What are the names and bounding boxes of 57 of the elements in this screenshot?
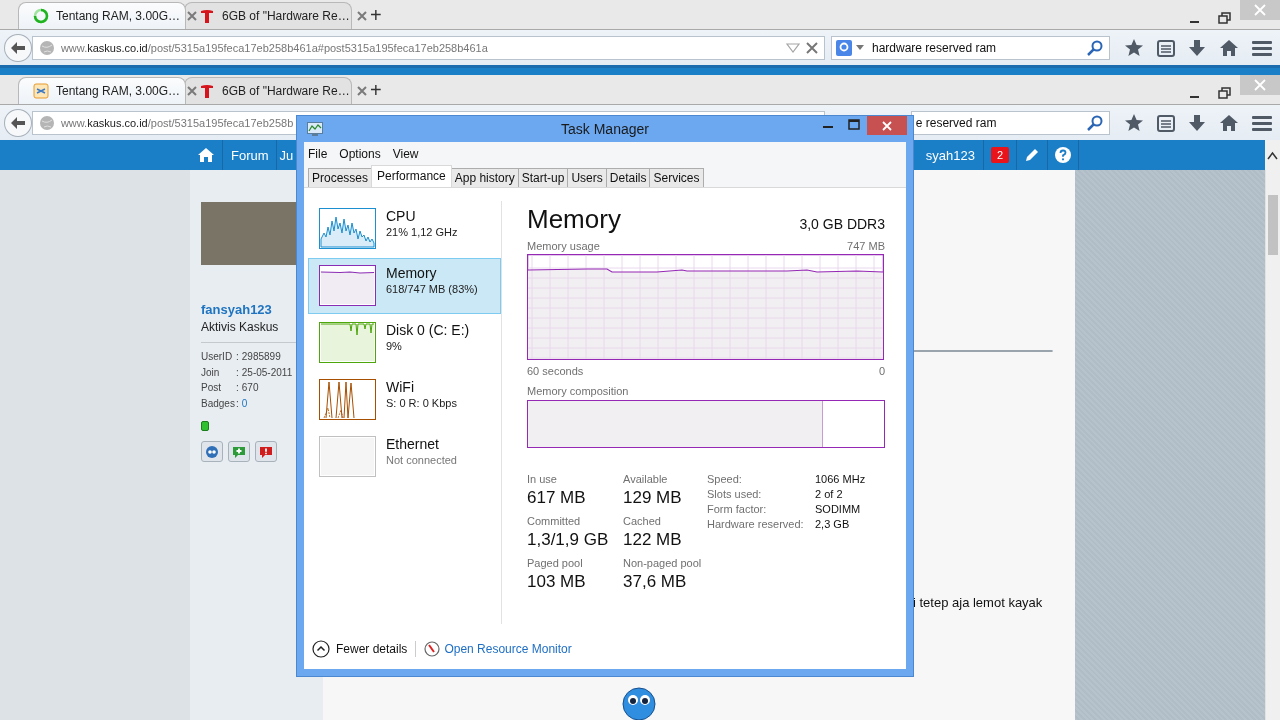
resource-name: WiFi [386, 379, 415, 395]
stat-label: Non-paged pool [623, 557, 703, 569]
tab-title: Tentang RAM, 3.00G… [56, 9, 181, 23]
resource-name: Ethernet [386, 436, 440, 452]
chart-label: Memory composition [527, 385, 630, 397]
stat-separator: : [236, 381, 239, 395]
stat-separator: : [236, 396, 239, 411]
window-title: Task Manager [560, 120, 650, 137]
url-text: www.kaskus.co.id/post/5315a195feca17eb258b461a#post5315a195feca17eb258b461a [60, 41, 488, 54]
spec-label: Form factor: [707, 503, 768, 515]
stat-label: Paged pool [527, 557, 584, 569]
stat-value: 25-05-2011 [241, 365, 293, 380]
stat-value: 37,6 MB [623, 572, 688, 592]
stat-value: 122 MB [623, 530, 683, 550]
spec-label: Hardware reserved: [707, 518, 805, 530]
post-text: i tetep aja lemot kayak [913, 595, 1044, 610]
stat-value: 1,3/1,9 GB [527, 530, 610, 550]
stat-value: 129 MB [623, 488, 683, 508]
chart-label: Memory usage [527, 240, 600, 252]
resource-detail: S: 0 R: 0 Kbps [386, 397, 457, 409]
stat-label: Cached [623, 515, 662, 527]
resource-name: Memory [386, 265, 438, 281]
stat-label: Join [201, 365, 221, 380]
stat-separator: : [236, 350, 239, 364]
stat-label: Badges [201, 396, 236, 411]
stat-label: Committed [527, 515, 582, 527]
resource-detail: Not connected [386, 454, 457, 466]
resource-detail: 21% 1,12 GHz [386, 226, 458, 238]
spec-value: SODIMM [815, 503, 862, 515]
spec-value: 2,3 GB [815, 518, 851, 530]
resource-detail: 9% [386, 340, 403, 352]
tab-title: Tentang RAM, 3.00G… [56, 84, 181, 98]
spec-value: 1066 MHz [815, 473, 866, 485]
resource-name: CPU [386, 208, 417, 224]
stat-separator: : [236, 365, 239, 380]
spec-label: Slots used: [707, 488, 763, 500]
spec-label: Speed: [707, 473, 743, 485]
resource-detail: 618/747 MB (83%) [386, 283, 478, 295]
time-axis-label: 0 [878, 365, 885, 377]
stat-label: Post [201, 381, 222, 395]
spec-value: 2 of 2 [815, 488, 844, 500]
tab-title: 6GB of "Hardware Re… [222, 9, 350, 23]
stat-label: Available [623, 473, 669, 485]
time-axis-label: 60 seconds [527, 365, 584, 377]
user-rank: Aktivis Kaskus [201, 320, 279, 334]
memory-spec: 3,0 GB DDR3 [799, 216, 885, 234]
stat-value: 617 MB [527, 488, 587, 508]
stat-value: 670 [241, 381, 259, 395]
chart-max-label: 747 MB [847, 240, 885, 252]
stat-label: In use [527, 473, 558, 485]
stat-label: UserID [201, 350, 234, 364]
panel-title: Memory [527, 204, 621, 235]
resource-name: Disk 0 (C: E:) [386, 322, 470, 338]
tab-title: 6GB of "Hardware Re… [222, 84, 350, 98]
url-text: www.kaskus.co.id/post/5315a195feca17eb258b [60, 116, 294, 129]
stat-value: 103 MB [527, 572, 587, 592]
stat-value: 2985899 [241, 350, 281, 364]
